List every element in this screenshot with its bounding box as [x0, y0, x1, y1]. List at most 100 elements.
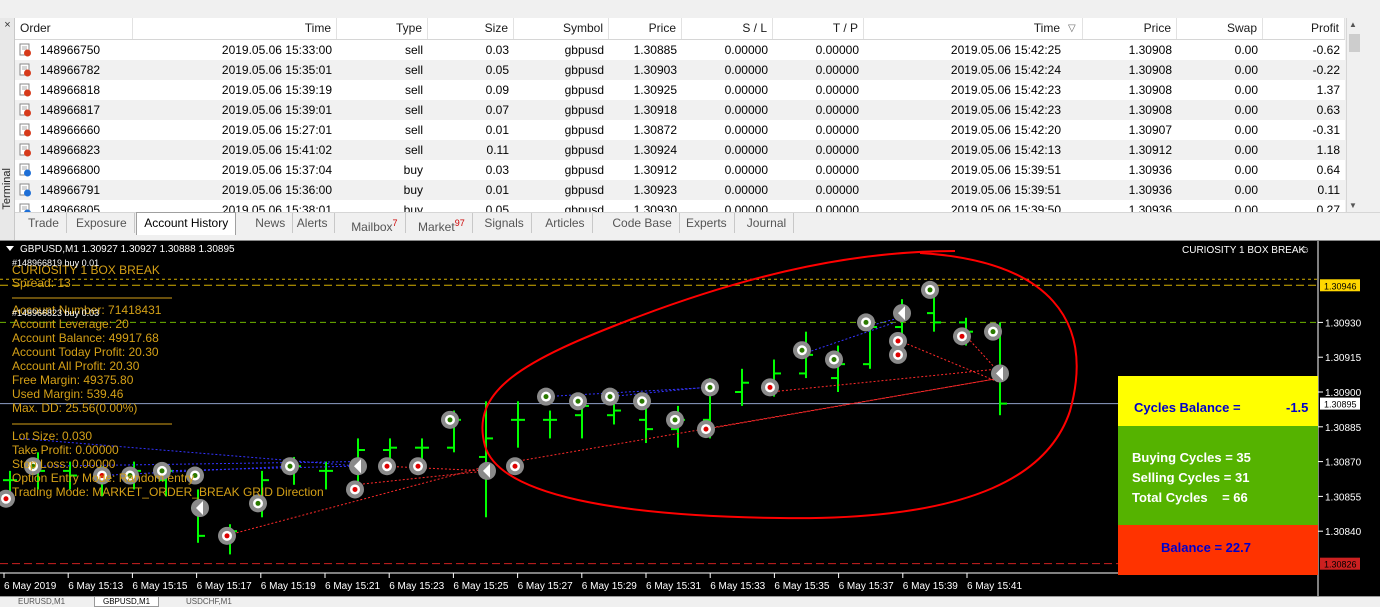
cell-ctime: 2019.05.06 15:42:25 — [950, 43, 1061, 57]
scrollbar-thumb[interactable] — [1349, 34, 1360, 52]
cell-cprice: 1.30936 — [1128, 183, 1172, 197]
buying-cycles: Buying Cycles = 35 — [1132, 450, 1251, 465]
cell-size: 0.01 — [485, 183, 509, 197]
column-header-10[interactable]: Swap — [1177, 18, 1263, 39]
cell-type: sell — [404, 103, 423, 117]
buy-trade-line — [609, 386, 706, 398]
terminal-label: Terminal — [1, 168, 13, 210]
trade-marker-dot — [927, 287, 933, 293]
time-label: 6 May 15:39 — [903, 581, 958, 592]
column-header-5[interactable]: Price — [609, 18, 682, 39]
price-label: 1.30885 — [1325, 423, 1362, 434]
cell-swap: 0.00 — [1234, 63, 1258, 77]
tab-mailbox[interactable]: Mailbox7 — [344, 213, 406, 234]
tab-label: Account History — [144, 216, 229, 230]
terminal-sidebar[interactable]: × Terminal — [0, 18, 15, 240]
chart-menu-icon[interactable] — [6, 246, 14, 251]
trade-marker-dot — [3, 496, 9, 502]
sell-order-icon — [19, 83, 31, 97]
sell-order-icon — [19, 43, 31, 57]
time-label: 6 May 15:35 — [774, 581, 829, 592]
cell-size: 0.11 — [486, 143, 509, 157]
column-header-7[interactable]: T / P — [773, 18, 864, 39]
trade-marker-dot — [767, 384, 773, 390]
cell-cprice: 1.30908 — [1128, 43, 1172, 57]
scroll-down-icon[interactable]: ▼ — [1349, 201, 1357, 210]
table-row[interactable]: 148966800 2019.05.06 15:37:04 buy 0.03 gbpus… — [15, 160, 1345, 180]
table-row[interactable]: 148966823 2019.05.06 15:41:02 sell 0.11 gbpu… — [15, 140, 1345, 160]
cell-price: 1.30924 — [633, 143, 677, 157]
scroll-up-icon[interactable]: ▲ — [1349, 20, 1357, 29]
trade-marker-dot — [384, 463, 390, 469]
column-header-2[interactable]: Type — [337, 18, 428, 39]
trade-marker-dot — [352, 486, 358, 492]
trade-marker-dot — [575, 398, 581, 404]
column-header-1[interactable]: Time — [133, 18, 337, 39]
trade-marker-dot — [512, 463, 518, 469]
column-header-6[interactable]: S / L — [682, 18, 773, 39]
table-row[interactable]: 148966782 2019.05.06 15:35:01 sell 0.05 gbpu… — [15, 60, 1345, 80]
column-header-8[interactable]: Time — [864, 18, 1083, 39]
time-label: 6 May 15:31 — [646, 581, 701, 592]
info-line: Take Profit: 0.00000 — [12, 443, 119, 457]
trade-marker-dot — [831, 357, 837, 363]
tab-badge: 7 — [392, 218, 398, 228]
cell-symbol: gbpusd — [564, 103, 604, 117]
price-label: 1.30930 — [1325, 318, 1362, 329]
tab-code-base[interactable]: Code Base — [605, 213, 680, 233]
column-header-0[interactable]: Order — [15, 18, 133, 39]
tab-trade[interactable]: Trade — [21, 213, 67, 233]
close-icon[interactable]: × — [2, 20, 13, 31]
cell-cprice: 1.30907 — [1128, 123, 1172, 137]
cell-ctime: 2019.05.06 15:42:23 — [950, 83, 1061, 97]
tab-experts[interactable]: Experts — [679, 213, 735, 233]
cell-time: 2019.05.06 15:39:01 — [221, 103, 332, 117]
time-label: 6 May 15:25 — [453, 581, 508, 592]
tab-account-history[interactable]: Account History — [136, 212, 237, 235]
tab-journal[interactable]: Journal — [740, 213, 795, 233]
tab-news[interactable]: News — [248, 213, 294, 233]
cell-time: 2019.05.06 15:33:00 — [221, 43, 332, 57]
price-label: 1.30840 — [1325, 527, 1362, 538]
table-row[interactable]: 148966805 2019.05.06 15:38:01 buy 0.05 gbpus… — [15, 200, 1345, 212]
cycles-balance-label: Cycles Balance = — [1134, 400, 1241, 415]
trade-marker-dot — [707, 384, 713, 390]
cell-price: 1.30925 — [633, 83, 677, 97]
column-header-9[interactable]: Price — [1083, 18, 1177, 39]
cell-order: 148966823 — [40, 143, 101, 157]
tab-signals[interactable]: Signals — [477, 213, 532, 233]
cell-tp: 0.00000 — [815, 203, 859, 212]
cell-time: 2019.05.06 15:37:04 — [221, 163, 332, 177]
table-row[interactable]: 148966818 2019.05.06 15:39:19 sell 0.09 gbpu… — [15, 80, 1345, 100]
table-row[interactable]: 148966750 2019.05.06 15:33:00 sell 0.03 gbpu… — [15, 40, 1345, 60]
trade-marker-dot — [959, 333, 965, 339]
table-row[interactable]: 148966791 2019.05.06 15:36:00 buy 0.01 gbpus… — [15, 180, 1345, 200]
info-line: Account Leverage: 20 — [12, 317, 129, 331]
tab-articles[interactable]: Articles — [538, 213, 593, 233]
account-history-table: 148966750 2019.05.06 15:33:00 sell 0.03 gbpu… — [15, 18, 1345, 212]
column-header-4[interactable]: Symbol — [514, 18, 609, 39]
cell-profit: 0.27 — [1316, 203, 1340, 212]
tab-label: Exposure — [76, 216, 127, 230]
table-row[interactable]: 148966817 2019.05.06 15:39:01 sell 0.07 gbpu… — [15, 100, 1345, 120]
cell-symbol: gbpusd — [564, 63, 604, 77]
cell-ctime: 2019.05.06 15:42:20 — [950, 123, 1061, 137]
cell-order: 148966817 — [40, 103, 101, 117]
chart-tab[interactable]: GBPUSD,M1 — [94, 597, 160, 607]
cell-type: sell — [404, 123, 423, 137]
cell-profit: -0.31 — [1312, 123, 1340, 137]
cycles-balance-value: -1.5 — [1286, 400, 1309, 415]
column-header-3[interactable]: Size — [428, 18, 514, 39]
column-header-11[interactable]: Profit — [1263, 18, 1345, 39]
tab-market[interactable]: Market97 — [411, 213, 473, 234]
table-row[interactable]: 148966660 2019.05.06 15:27:01 sell 0.01 gbpu… — [15, 120, 1345, 140]
cell-order: 148966750 — [40, 43, 101, 57]
tab-exposure[interactable]: Exposure — [69, 213, 135, 233]
info-line: Account All Profit: 20.30 — [12, 359, 140, 373]
tab-alerts[interactable]: Alerts — [290, 213, 336, 233]
vertical-scrollbar[interactable]: ▲ ▼ — [1346, 18, 1362, 212]
cell-type: sell — [404, 143, 423, 157]
cell-sl: 0.00000 — [724, 163, 768, 177]
cell-swap: 0.00 — [1234, 143, 1258, 157]
cell-symbol: gbpusd — [564, 43, 604, 57]
